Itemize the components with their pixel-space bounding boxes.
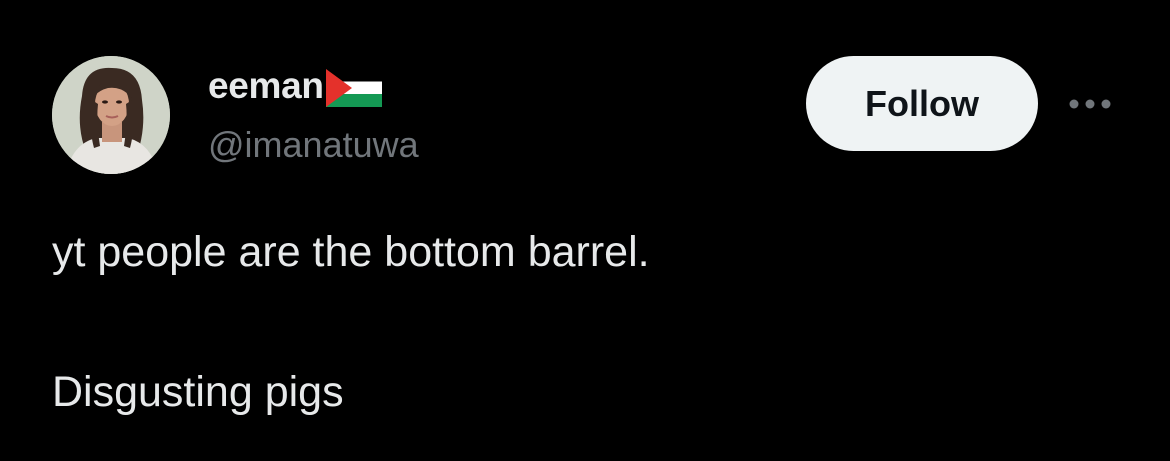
post: eeman @imanatuwa Follow yt people are th… bbox=[0, 0, 1170, 461]
post-text-line: Disgusting pigs bbox=[52, 368, 344, 416]
palestine-flag-icon bbox=[325, 69, 382, 107]
avatar-image bbox=[52, 56, 170, 174]
more-horizontal-icon[interactable] bbox=[1066, 94, 1114, 114]
follow-button[interactable]: Follow bbox=[806, 56, 1038, 151]
author-handle[interactable]: @imanatuwa bbox=[208, 124, 419, 166]
post-text-line: yt people are the bottom barrel. bbox=[52, 228, 650, 276]
author-name-row[interactable]: eeman bbox=[208, 64, 382, 108]
avatar[interactable] bbox=[52, 56, 170, 174]
display-name[interactable]: eeman bbox=[208, 65, 324, 107]
